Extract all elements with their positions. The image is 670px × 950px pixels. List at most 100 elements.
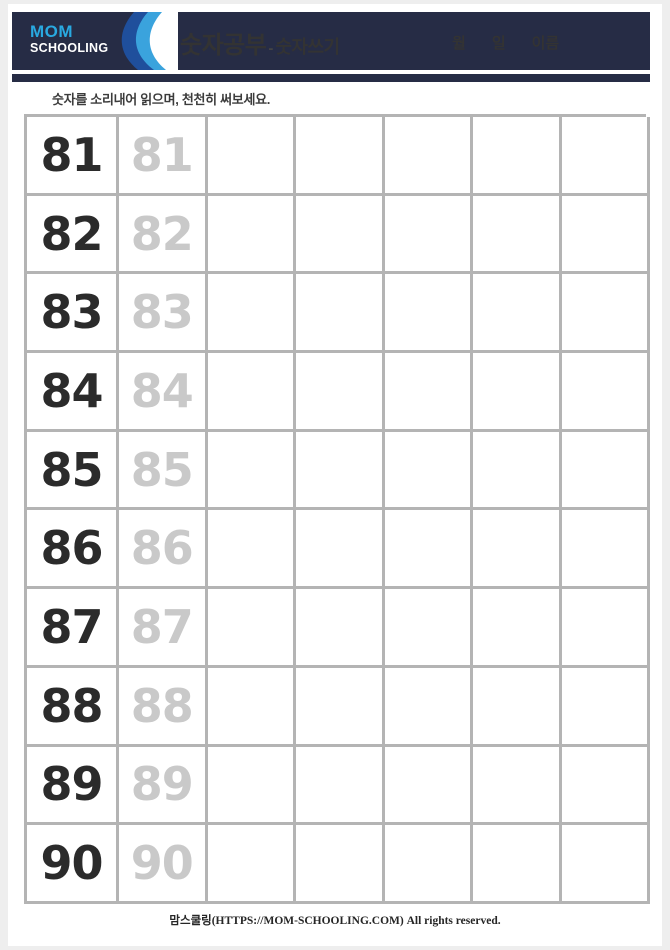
number-solid: 84: [40, 363, 103, 418]
number-trace: 87: [130, 599, 194, 654]
number-blank-cell[interactable]: [384, 510, 473, 590]
title-sub: 숫자쓰기: [275, 37, 340, 57]
number-blank-cell[interactable]: [384, 431, 473, 511]
number-blank-cell[interactable]: [473, 825, 562, 904]
worksheet-grid: 81 81 82 82 83 83 84 84 85 85 86 86 87 87 88 88 89 89 90 90: [24, 114, 650, 904]
number-blank-cell[interactable]: [207, 510, 296, 590]
number-blank-cell[interactable]: [207, 353, 296, 432]
title-separator: -: [268, 40, 274, 57]
number-trace-cell: 90: [119, 825, 208, 904]
number-model-cell: 82: [27, 195, 119, 275]
number-solid: 89: [40, 757, 103, 812]
number-trace: 88: [130, 678, 194, 733]
number-blank-cell[interactable]: [473, 589, 562, 668]
number-trace: 83: [130, 285, 194, 340]
worksheet-page: MOM SCHOOLING 숫자공부 - 숫자쓰기 월 일 이름 숫자를 소리내어 …: [8, 4, 662, 946]
number-trace-cell: 84: [119, 353, 208, 432]
number-blank-cell[interactable]: [296, 746, 385, 826]
number-blank-cell[interactable]: [473, 117, 562, 196]
number-blank-cell[interactable]: [561, 589, 650, 668]
number-blank-cell[interactable]: [561, 510, 650, 590]
number-trace-cell: 87: [119, 589, 208, 668]
number-model-cell: 87: [27, 589, 119, 668]
number-blank-cell[interactable]: [384, 353, 473, 432]
worksheet-row: 82 82: [27, 195, 650, 275]
number-blank-cell[interactable]: [384, 825, 473, 904]
number-blank-cell[interactable]: [296, 117, 385, 196]
number-trace-cell: 89: [119, 746, 208, 826]
number-blank-cell[interactable]: [207, 746, 296, 826]
worksheet-row: 85 85: [27, 431, 650, 511]
number-model-cell: 84: [27, 353, 119, 432]
number-blank-cell[interactable]: [561, 667, 650, 747]
worksheet-row: 88 88: [27, 667, 650, 747]
number-blank-cell[interactable]: [473, 746, 562, 826]
worksheet-row: 87 87: [27, 589, 650, 668]
number-blank-cell[interactable]: [384, 195, 473, 275]
title-main: 숫자공부: [180, 32, 267, 59]
number-blank-cell[interactable]: [561, 195, 650, 275]
number-model-cell: 86: [27, 510, 119, 590]
number-blank-cell[interactable]: [207, 825, 296, 904]
worksheet-row: 83 83: [27, 274, 650, 354]
number-blank-cell[interactable]: [207, 667, 296, 747]
number-blank-cell[interactable]: [296, 510, 385, 590]
number-solid: 81: [40, 127, 103, 182]
number-blank-cell[interactable]: [207, 117, 296, 196]
number-trace: 82: [130, 206, 194, 261]
number-blank-cell[interactable]: [207, 589, 296, 668]
number-blank-cell[interactable]: [296, 825, 385, 904]
number-model-cell: 81: [27, 117, 119, 196]
worksheet-row: 84 84: [27, 353, 650, 432]
number-model-cell: 90: [27, 825, 119, 904]
number-solid: 83: [40, 285, 103, 340]
number-blank-cell[interactable]: [473, 353, 562, 432]
number-solid: 88: [40, 678, 103, 733]
number-blank-cell[interactable]: [473, 431, 562, 511]
number-trace-cell: 82: [119, 195, 208, 275]
wave-swoosh-icon: [108, 12, 178, 70]
number-blank-cell[interactable]: [207, 431, 296, 511]
number-trace: 84: [130, 363, 194, 418]
number-blank-cell[interactable]: [296, 195, 385, 275]
number-blank-cell[interactable]: [207, 274, 296, 354]
meta-fields: 월 일 이름: [452, 32, 559, 53]
number-blank-cell[interactable]: [473, 195, 562, 275]
number-solid: 86: [40, 521, 103, 576]
number-blank-cell[interactable]: [384, 667, 473, 747]
number-blank-cell[interactable]: [473, 274, 562, 354]
number-blank-cell[interactable]: [473, 667, 562, 747]
number-blank-cell[interactable]: [296, 589, 385, 668]
number-trace-cell: 85: [119, 431, 208, 511]
number-blank-cell[interactable]: [561, 274, 650, 354]
instruction-text: 숫자를 소리내어 읽으며, 천천히 써보세요.: [52, 92, 271, 107]
number-blank-cell[interactable]: [384, 274, 473, 354]
number-trace: 85: [130, 442, 194, 497]
number-blank-cell[interactable]: [384, 589, 473, 668]
number-blank-cell[interactable]: [384, 746, 473, 826]
number-solid: 85: [40, 442, 103, 497]
number-blank-cell[interactable]: [296, 274, 385, 354]
number-blank-cell[interactable]: [561, 746, 650, 826]
number-blank-cell[interactable]: [561, 353, 650, 432]
number-blank-cell[interactable]: [296, 353, 385, 432]
number-blank-cell[interactable]: [384, 117, 473, 196]
number-trace: 89: [130, 757, 194, 812]
number-trace-cell: 88: [119, 667, 208, 747]
number-blank-cell[interactable]: [473, 510, 562, 590]
footer-copyright: 맘스쿨링(HTTPS://MOM-SCHOOLING.COM) All righ…: [169, 915, 501, 927]
number-model-cell: 85: [27, 431, 119, 511]
number-blank-cell[interactable]: [561, 117, 650, 196]
number-blank-cell[interactable]: [296, 431, 385, 511]
number-solid: 90: [40, 836, 103, 891]
number-blank-cell[interactable]: [207, 195, 296, 275]
number-trace: 90: [130, 836, 194, 891]
number-blank-cell[interactable]: [561, 825, 650, 904]
worksheet-row: 86 86: [27, 510, 650, 590]
number-blank-cell[interactable]: [296, 667, 385, 747]
number-blank-cell[interactable]: [561, 431, 650, 511]
page-header: MOM SCHOOLING 숫자공부 - 숫자쓰기 월 일 이름: [12, 12, 650, 70]
number-model-cell: 89: [27, 746, 119, 826]
number-trace-cell: 86: [119, 510, 208, 590]
field-name-label: 이름: [531, 35, 560, 52]
